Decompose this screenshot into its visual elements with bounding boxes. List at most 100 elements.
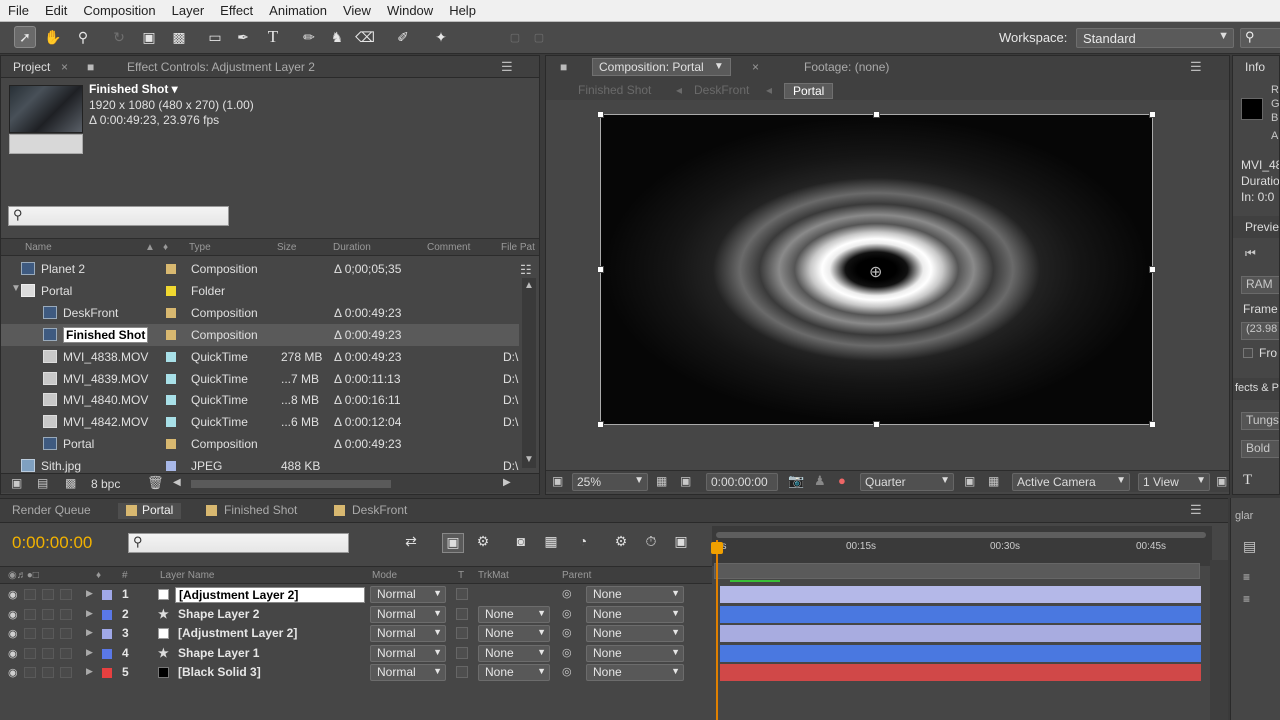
tab-composition-portal[interactable]: Composition: Portal ▼	[592, 58, 731, 76]
project-search-input[interactable]: ⚲	[8, 206, 229, 226]
label-column-icon[interactable]: ♦	[96, 570, 101, 581]
auto-keyframe-icon[interactable]: ▣	[670, 533, 692, 553]
label-color-swatch[interactable]	[166, 439, 176, 450]
clone-stamp-tool-icon[interactable]: ♞	[326, 26, 348, 48]
label-color-swatch[interactable]	[102, 590, 112, 600]
frame-rate-field[interactable]: (23.98	[1241, 322, 1279, 340]
close-icon[interactable]: ×	[61, 60, 68, 74]
project-item[interactable]: MVI_4839.MOV QuickTime ...7 MB Δ 0:00:11:13…	[1, 368, 519, 390]
column-duration[interactable]: Duration	[333, 242, 371, 253]
label-color-swatch[interactable]	[102, 648, 112, 659]
menu-layer[interactable]: Layer	[172, 3, 205, 18]
show-snapshot-icon[interactable]: ♟	[814, 473, 826, 489]
eye-icon[interactable]: ◉	[8, 627, 18, 640]
column-type[interactable]: Type	[189, 242, 211, 253]
project-item[interactable]: MVI_4842.MOV QuickTime ...6 MB Δ 0:00:12:04…	[1, 411, 519, 433]
layer-row[interactable]: ◉ ▶ 2 ★ Shape Layer 2 Normal ▼ None ▼ ◎ None ▼	[0, 605, 712, 624]
magnification-select[interactable]: 25% ▼	[572, 473, 648, 491]
project-item[interactable]: Portal Composition Δ 0:00:49:23	[1, 433, 519, 455]
track-matte-select[interactable]: None ▼	[478, 605, 550, 623]
first-frame-icon[interactable]: ⏮	[1245, 246, 1256, 261]
handle-bottom-right[interactable]	[1149, 421, 1156, 428]
column-name[interactable]: Name	[25, 242, 52, 253]
tab-render-queue[interactable]: Render Queue	[12, 503, 91, 517]
parent-select[interactable]: None ▼	[586, 586, 684, 603]
label-color-swatch[interactable]	[166, 395, 176, 406]
label-color-swatch[interactable]	[166, 329, 176, 340]
horizontal-scroll-thumb[interactable]	[191, 480, 391, 488]
eraser-tool-icon[interactable]: ⌫	[354, 26, 376, 48]
label-color-swatch[interactable]	[166, 461, 176, 472]
menu-effect[interactable]: Effect	[220, 3, 253, 18]
track-matte-select[interactable]: None ▼	[478, 644, 550, 662]
av-features-icon[interactable]: ◉♬●□	[8, 570, 39, 581]
solo-toggle[interactable]	[42, 608, 54, 620]
layer-bar[interactable]	[720, 625, 1201, 643]
preserve-transparency-checkbox[interactable]	[456, 646, 468, 659]
pick-whip-icon[interactable]: ◎	[562, 587, 572, 600]
audio-toggle[interactable]	[24, 589, 36, 600]
work-area-bar[interactable]	[714, 563, 1200, 579]
audio-toggle[interactable]	[24, 667, 36, 679]
tab-preview[interactable]: Previe	[1245, 220, 1279, 234]
shy-layers-icon[interactable]: ◙	[510, 533, 532, 553]
preserve-transparency-checkbox[interactable]	[456, 607, 468, 620]
timeline-scrollbar[interactable]	[1210, 560, 1228, 720]
panel-menu-icon[interactable]: ☰	[1190, 502, 1202, 518]
pixel-aspect-icon[interactable]: ▣	[1216, 474, 1227, 488]
mask-visibility-icon[interactable]: ▣	[680, 474, 691, 488]
tab-finished-shot[interactable]: Finished Shot	[206, 503, 297, 517]
preserve-transparency-checkbox[interactable]	[456, 666, 468, 679]
layer-row[interactable]: ◉ ▶ 3 [Adjustment Layer 2] Normal ▼ None ▼ ◎ None…	[0, 624, 712, 643]
font-family-select[interactable]: Tungs	[1241, 412, 1279, 430]
blend-mode-select[interactable]: Normal ▼	[370, 625, 446, 643]
parent-select[interactable]: None ▼	[586, 644, 684, 662]
lock-icon[interactable]: ■	[560, 60, 567, 74]
transparency-grid-icon[interactable]: ▦	[988, 474, 999, 488]
pan-behind-tool-icon[interactable]: ▩	[168, 26, 190, 48]
anchor-point-icon[interactable]: ⊕	[869, 262, 882, 282]
handle-top-center[interactable]	[873, 111, 880, 118]
tab-info[interactable]: Info	[1245, 60, 1265, 74]
from-current-checkbox[interactable]	[1243, 348, 1253, 358]
layer-name[interactable]: Shape Layer 2	[178, 607, 259, 621]
axis-mode-world-icon[interactable]: ▢	[528, 26, 550, 48]
column-comment[interactable]: Comment	[427, 242, 470, 253]
layer-name[interactable]: [Black Solid 3]	[178, 665, 261, 679]
track-matte-select[interactable]: None ▼	[478, 664, 550, 682]
align-left-icon[interactable]: ▤	[1243, 538, 1256, 555]
menu-file[interactable]: File	[8, 3, 29, 18]
roto-brush-tool-icon[interactable]: ✐	[392, 26, 414, 48]
tab-effects-presets[interactable]: fects & P	[1235, 382, 1279, 394]
label-color-swatch[interactable]	[102, 668, 112, 679]
graph-editor-icon[interactable]: ⏱	[640, 533, 662, 553]
new-folder-icon[interactable]: ▤	[37, 476, 48, 490]
motion-blur-icon[interactable]: ◔	[572, 533, 594, 553]
handle-middle-left[interactable]	[597, 266, 604, 273]
label-color-swatch[interactable]	[102, 609, 112, 620]
twirl-right-icon[interactable]: ▶	[86, 627, 93, 638]
project-scrollbar[interactable]: ▲ ▼	[522, 278, 536, 468]
column-layer-name[interactable]: Layer Name	[160, 570, 214, 581]
eye-icon[interactable]: ◉	[8, 666, 18, 679]
scroll-up-icon[interactable]: ▲	[524, 280, 534, 291]
twirl-right-icon[interactable]: ▶	[86, 647, 93, 658]
frame-blending-icon[interactable]: ▦	[540, 533, 562, 553]
menu-animation[interactable]: Animation	[269, 3, 327, 18]
pick-whip-icon[interactable]: ◎	[562, 607, 572, 620]
solo-toggle[interactable]	[42, 667, 54, 679]
column-file-path[interactable]: File Pat	[501, 242, 535, 253]
twirl-down-icon[interactable]: ▼	[11, 283, 21, 294]
eye-icon[interactable]: ◉	[8, 608, 18, 621]
project-item[interactable]: MVI_4840.MOV QuickTime ...8 MB Δ 0:00:16:11…	[1, 389, 519, 411]
ram-preview-button[interactable]: RAM	[1241, 276, 1279, 294]
comp-mini-flowchart-icon[interactable]: ⇄	[400, 533, 422, 553]
scroll-down-icon[interactable]: ▼	[524, 454, 534, 465]
blend-mode-select[interactable]: Normal ▼	[370, 605, 446, 623]
handle-top-left[interactable]	[597, 111, 604, 118]
menu-help[interactable]: Help	[449, 3, 476, 18]
flowchart-icon[interactable]: ☷	[520, 262, 532, 278]
solo-toggle[interactable]	[42, 647, 54, 659]
zoom-tool-icon[interactable]: ⚲	[72, 26, 94, 48]
blend-mode-select[interactable]: Normal ▼	[370, 586, 446, 603]
